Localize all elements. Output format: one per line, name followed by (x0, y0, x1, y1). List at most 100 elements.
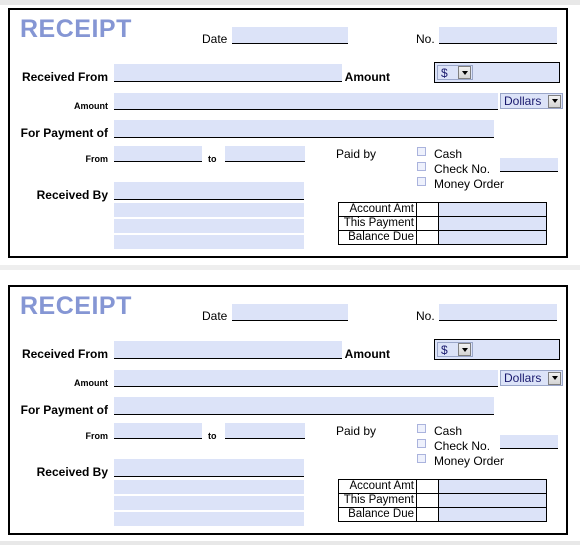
amount-input-group: $ (434, 339, 560, 360)
this-payment-value[interactable] (438, 493, 547, 508)
this-payment-gap (416, 216, 439, 231)
receipt-title: RECEIPT (20, 15, 132, 43)
amount-words-label: Amount (74, 378, 108, 388)
paid-by-cash-checkbox[interactable] (417, 147, 426, 156)
period-to-input[interactable] (225, 146, 305, 162)
balance-due-value[interactable] (438, 507, 547, 522)
period-from-input[interactable] (114, 146, 202, 162)
paid-by-money-order-label: Money Order (434, 454, 505, 468)
paid-by-check-checkbox[interactable] (417, 439, 426, 448)
currency-select[interactable]: $ (437, 342, 473, 357)
no-label: No. (416, 309, 435, 323)
account-amt-gap (416, 202, 439, 217)
table-row: Account Amt (338, 202, 547, 217)
received-by-label: Received By (36, 465, 108, 479)
chevron-down-icon[interactable] (548, 371, 561, 385)
paid-by-check-label: Check No. (434, 162, 491, 176)
check-no-input[interactable] (500, 158, 558, 172)
summary-table-body: Account Amt This Payment Balance Due (338, 202, 547, 245)
amount-words-input[interactable] (114, 370, 498, 387)
paid-by-money-order-checkbox[interactable] (417, 177, 426, 186)
page-gap-divider (0, 265, 580, 270)
currency-select-value: $ (441, 65, 448, 80)
period-from-input[interactable] (114, 423, 202, 439)
units-select[interactable]: Dollars (500, 93, 563, 109)
period-to-label: to (208, 431, 217, 441)
received-from-label: Received From (21, 347, 108, 361)
chevron-down-icon[interactable] (548, 94, 561, 108)
date-label: Date (202, 309, 228, 323)
table-row: Account Amt (338, 479, 547, 494)
chevron-down-icon[interactable] (458, 66, 471, 79)
page-bottom-edge (0, 541, 580, 545)
table-row: Balance Due (338, 507, 547, 522)
table-row: This Payment (338, 493, 547, 508)
amount-label: Amount (344, 70, 390, 84)
check-no-input[interactable] (500, 435, 558, 449)
received-by-input-2[interactable] (114, 480, 304, 494)
date-label: Date (202, 32, 228, 46)
for-payment-of-input[interactable] (114, 120, 494, 138)
table-row: This Payment (338, 216, 547, 231)
account-amt-value[interactable] (438, 479, 547, 494)
received-from-input[interactable] (114, 64, 342, 82)
paid-by-check-checkbox[interactable] (417, 162, 426, 171)
received-by-input-4[interactable] (114, 512, 304, 526)
paid-by-cash-checkbox[interactable] (417, 424, 426, 433)
amount-number-input[interactable] (475, 65, 557, 80)
amount-words-label: Amount (74, 101, 108, 111)
amount-number-input[interactable] (475, 342, 557, 357)
balance-due-gap (416, 507, 439, 522)
for-payment-of-label: For Payment of (20, 126, 108, 140)
date-input[interactable] (232, 304, 348, 321)
paid-by-money-order-label: Money Order (434, 177, 505, 191)
currency-select[interactable]: $ (437, 65, 473, 80)
this-payment-gap (416, 493, 439, 508)
receipt-template-page: RECEIPT Date No. Received From Amount $ … (0, 0, 580, 549)
summary-table-body: Account Amt This Payment Balance Due (338, 479, 547, 522)
paid-by-label: Paid by (335, 147, 376, 161)
for-payment-of-label: For Payment of (20, 403, 108, 417)
amount-label: Amount (344, 347, 390, 361)
chevron-down-icon[interactable] (458, 343, 471, 356)
received-by-input-1[interactable] (114, 182, 304, 200)
amount-words-input[interactable] (114, 93, 498, 110)
paid-by-cash-label: Cash (434, 424, 463, 438)
period-from-label: From (85, 431, 109, 441)
received-from-label: Received From (21, 70, 108, 84)
page-top-edge (0, 0, 580, 5)
this-payment-value[interactable] (438, 216, 547, 231)
units-select[interactable]: Dollars (500, 370, 563, 386)
received-from-input[interactable] (114, 341, 342, 359)
no-input[interactable] (439, 27, 557, 44)
no-label: No. (416, 32, 435, 46)
received-by-input-4[interactable] (114, 235, 304, 249)
date-input[interactable] (232, 27, 348, 44)
this-payment-label: This Payment (338, 216, 417, 231)
received-by-input-3[interactable] (114, 496, 304, 510)
balance-due-value[interactable] (438, 230, 547, 245)
account-amt-value[interactable] (438, 202, 547, 217)
for-payment-of-input[interactable] (114, 397, 494, 415)
period-to-input[interactable] (225, 423, 305, 439)
summary-table: Account Amt This Payment Balance Due (338, 202, 547, 245)
received-by-input-3[interactable] (114, 219, 304, 233)
units-select-value: Dollars (504, 94, 542, 108)
this-payment-label: This Payment (338, 493, 417, 508)
received-by-input-2[interactable] (114, 203, 304, 217)
balance-due-gap (416, 230, 439, 245)
paid-by-money-order-checkbox[interactable] (417, 454, 426, 463)
receipt-card-1: RECEIPT Date No. Received From Amount $ … (8, 8, 568, 258)
units-select-value: Dollars (504, 371, 542, 385)
received-by-label: Received By (36, 188, 108, 202)
balance-due-label: Balance Due (338, 507, 417, 522)
receipt-card-2: RECEIPT Date No. Received From Amount $ … (8, 285, 568, 535)
paid-by-label: Paid by (335, 424, 376, 438)
received-by-input-1[interactable] (114, 459, 304, 477)
no-input[interactable] (439, 304, 557, 321)
paid-by-cash-label: Cash (434, 147, 463, 161)
account-amt-gap (416, 479, 439, 494)
paid-by-check-label: Check No. (434, 439, 491, 453)
table-row: Balance Due (338, 230, 547, 245)
amount-input-group: $ (434, 62, 560, 83)
